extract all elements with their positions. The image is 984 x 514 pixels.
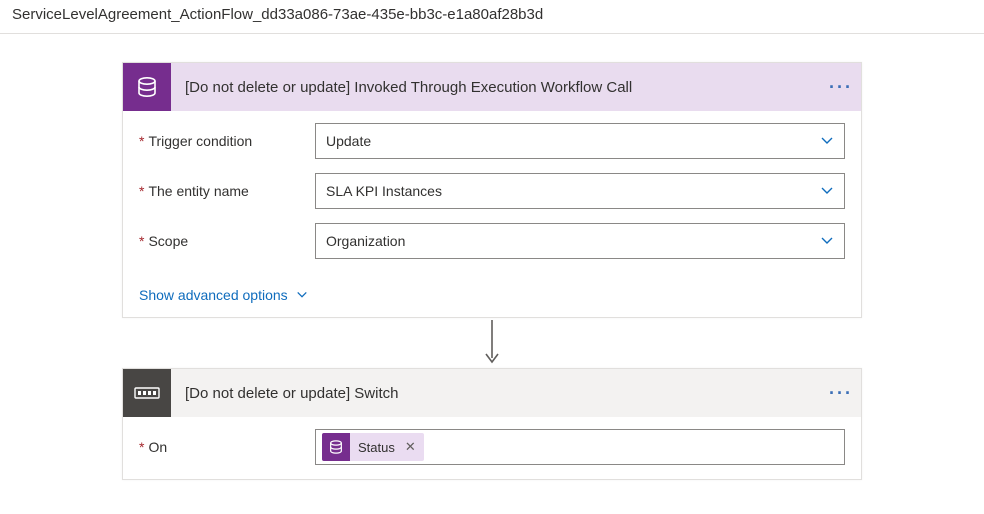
trigger-condition-row: * Trigger condition Update bbox=[139, 123, 845, 159]
token-label: Status bbox=[350, 440, 403, 455]
dataverse-icon bbox=[123, 63, 171, 111]
required-star: * bbox=[139, 183, 144, 199]
switch-card-body: * On Status bbox=[123, 417, 861, 479]
flow-canvas: [Do not delete or update] Invoked Throug… bbox=[0, 34, 984, 480]
label-text: The entity name bbox=[148, 183, 248, 199]
select-value: SLA KPI Instances bbox=[326, 183, 442, 199]
trigger-card-header[interactable]: [Do not delete or update] Invoked Throug… bbox=[123, 63, 861, 111]
switch-card[interactable]: [Do not delete or update] Switch ··· * O… bbox=[122, 368, 862, 480]
select-value: Update bbox=[326, 133, 371, 149]
flow-connector bbox=[482, 318, 502, 368]
scope-row: * Scope Organization bbox=[139, 223, 845, 259]
scope-label: * Scope bbox=[139, 233, 315, 249]
required-star: * bbox=[139, 133, 144, 149]
switch-card-title: [Do not delete or update] Switch bbox=[171, 385, 821, 402]
ellipsis-icon: ··· bbox=[829, 78, 853, 96]
switch-icon bbox=[123, 369, 171, 417]
trigger-card-menu-button[interactable]: ··· bbox=[821, 63, 861, 111]
chevron-down-icon bbox=[296, 289, 308, 301]
switch-on-input[interactable]: Status ✕ bbox=[315, 429, 845, 465]
arrow-down-icon bbox=[482, 318, 502, 368]
required-star: * bbox=[139, 439, 144, 455]
chevron-down-icon bbox=[820, 184, 834, 198]
switch-on-label: * On bbox=[139, 439, 315, 455]
trigger-card-body: * Trigger condition Update * The entity … bbox=[123, 111, 861, 317]
chevron-down-icon bbox=[820, 134, 834, 148]
label-text: On bbox=[148, 439, 167, 455]
entity-name-label: * The entity name bbox=[139, 183, 315, 199]
chevron-down-icon bbox=[820, 234, 834, 248]
label-text: Trigger condition bbox=[148, 133, 252, 149]
required-star: * bbox=[139, 233, 144, 249]
ellipsis-icon: ··· bbox=[829, 384, 853, 402]
select-value: Organization bbox=[326, 233, 405, 249]
switch-card-menu-button[interactable]: ··· bbox=[821, 369, 861, 417]
link-text: Show advanced options bbox=[139, 287, 288, 303]
switch-on-row: * On Status bbox=[139, 429, 845, 465]
token-remove-button[interactable]: ✕ bbox=[403, 439, 424, 455]
entity-name-row: * The entity name SLA KPI Instances bbox=[139, 173, 845, 209]
dataverse-icon bbox=[322, 433, 350, 461]
switch-card-header[interactable]: [Do not delete or update] Switch ··· bbox=[123, 369, 861, 417]
show-advanced-options-link[interactable]: Show advanced options bbox=[139, 287, 308, 303]
trigger-condition-label: * Trigger condition bbox=[139, 133, 315, 149]
label-text: Scope bbox=[148, 233, 188, 249]
entity-name-select[interactable]: SLA KPI Instances bbox=[315, 173, 845, 209]
page-title: ServiceLevelAgreement_ActionFlow_dd33a08… bbox=[0, 0, 984, 34]
page-title-text: ServiceLevelAgreement_ActionFlow_dd33a08… bbox=[12, 6, 543, 23]
trigger-card-title: [Do not delete or update] Invoked Throug… bbox=[171, 79, 821, 96]
scope-select[interactable]: Organization bbox=[315, 223, 845, 259]
trigger-card[interactable]: [Do not delete or update] Invoked Throug… bbox=[122, 62, 862, 318]
status-token[interactable]: Status ✕ bbox=[322, 433, 424, 461]
trigger-condition-select[interactable]: Update bbox=[315, 123, 845, 159]
